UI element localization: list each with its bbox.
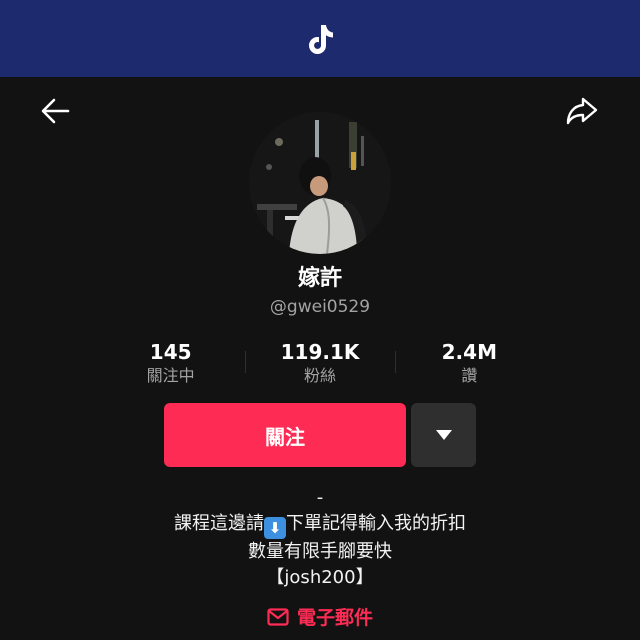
down-arrow-emoji-icon: ⬇ — [264, 517, 286, 539]
share-button[interactable] — [564, 93, 600, 129]
bio-text: 下單記得輸入我的折扣 — [286, 513, 466, 534]
share-arrow-icon — [566, 97, 598, 125]
username-handle: @gwei0529 — [269, 297, 371, 317]
display-name: 嫁許 — [297, 266, 342, 291]
envelope-icon — [267, 607, 289, 626]
stat-value: 2.4M — [441, 340, 497, 364]
profile-stats: 145 關注中 119.1K 粉絲 2.4M 讚 — [96, 339, 544, 389]
profile-bio: - 課程這邊請 ⬇ 下單記得輸入我的折扣 數量有限手腳要快 【josh200】 — [0, 485, 640, 591]
back-button[interactable] — [38, 93, 74, 129]
email-link[interactable]: 電子郵件 — [0, 603, 640, 630]
stat-following[interactable]: 145 關注中 — [96, 339, 245, 389]
stat-value: 145 — [149, 340, 192, 364]
suggested-accounts-button[interactable] — [411, 403, 476, 467]
profile-screen: 嫁許 @gwei0529 145 關注中 119.1K 粉絲 2.4M 讚 關注… — [0, 77, 640, 640]
stat-value: 119.1K — [280, 340, 360, 364]
tiktok-logo-icon — [309, 24, 333, 54]
caret-down-icon — [435, 430, 452, 440]
stat-label: 讚 — [461, 366, 478, 385]
arrow-left-icon — [41, 98, 70, 124]
app-header — [0, 0, 640, 77]
bio-line: - — [316, 487, 324, 508]
avatar-photo-icon — [249, 112, 391, 254]
email-label: 電子郵件 — [296, 607, 373, 629]
follow-button[interactable]: 關注 — [164, 403, 406, 467]
bio-text: 課程這邊請 — [174, 513, 264, 534]
stat-label: 粉絲 — [303, 366, 336, 385]
bio-line: 數量有限手腳要快 — [248, 541, 392, 562]
avatar — [249, 112, 391, 254]
stat-label: 關注中 — [146, 366, 195, 385]
bio-line: 課程這邊請 ⬇ 下單記得輸入我的折扣 — [0, 511, 640, 539]
stat-followers[interactable]: 119.1K 粉絲 — [245, 339, 394, 389]
bio-line: 【josh200】 — [266, 567, 374, 588]
stat-likes: 2.4M 讚 — [394, 339, 544, 389]
